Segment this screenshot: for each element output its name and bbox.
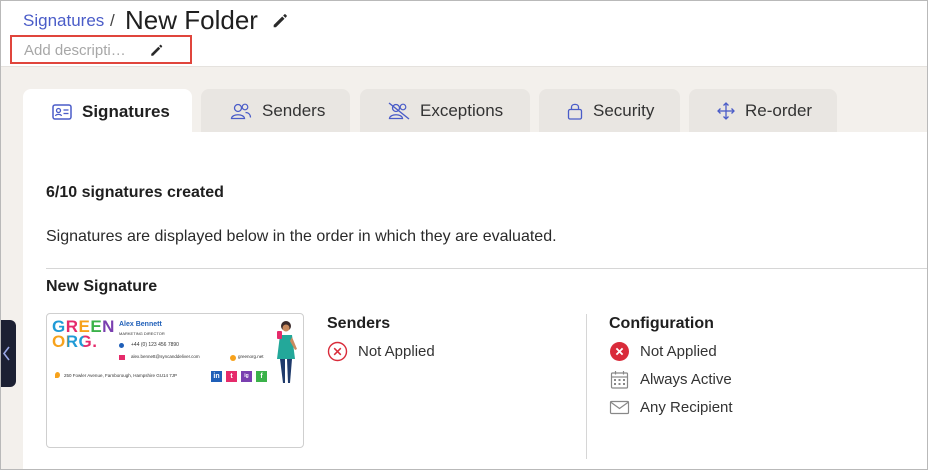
preview-logo-line2: ORG. [52, 333, 115, 350]
location-pin-icon [55, 372, 60, 378]
divider [46, 268, 928, 269]
users-slash-icon [388, 101, 410, 120]
instagram-icon: ig [241, 371, 252, 382]
tab-exceptions-label: Exceptions [420, 100, 504, 120]
id-card-icon [52, 103, 72, 120]
users-icon [230, 103, 252, 119]
sidebar-expand-button[interactable] [0, 320, 16, 387]
facebook-icon: f [256, 371, 267, 382]
preview-person-title: MARKETING DIRECTOR [119, 331, 165, 336]
person-illustration-icon [277, 321, 297, 383]
config-recipient: Any Recipient [609, 397, 733, 418]
senders-status: Not Applied [327, 341, 435, 362]
twitter-icon: t [226, 371, 237, 382]
edit-description-pencil-icon[interactable] [149, 43, 164, 58]
signature-name: New Signature [46, 278, 158, 295]
preview-phone: +44 (0) 123 456 7890 [131, 342, 179, 348]
tab-senders[interactable]: Senders [201, 89, 350, 132]
tab-exceptions[interactable]: Exceptions [360, 89, 530, 132]
page-title: New Folder [125, 5, 258, 35]
senders-heading: Senders [327, 315, 391, 332]
move-arrows-icon [717, 101, 735, 120]
lock-icon [567, 103, 583, 120]
preview-email: alex.bennett@syncanddeliver.com [131, 354, 200, 359]
calendar-icon [610, 371, 629, 389]
x-circle-filled-icon [610, 342, 629, 361]
preview-person-name: Alex Bennett [119, 321, 162, 328]
configuration-heading: Configuration [609, 315, 714, 332]
chevron-left-icon [2, 346, 10, 361]
config-schedule: Always Active [609, 369, 732, 390]
tab-signatures-label: Signatures [82, 101, 170, 121]
envelope-icon [609, 400, 630, 415]
config-schedule-label: Always Active [640, 371, 732, 388]
breadcrumb-signatures-link[interactable]: Signatures [23, 11, 104, 31]
senders-status-label: Not Applied [358, 343, 435, 360]
evaluation-order-info: Signatures are displayed below in the or… [46, 228, 557, 245]
config-status: Not Applied [609, 341, 717, 362]
tab-security-label: Security [593, 100, 655, 120]
signature-count: 6/10 signatures created [46, 184, 224, 201]
globe-icon [230, 355, 236, 361]
tab-reorder-label: Re-order [745, 100, 813, 120]
signature-preview[interactable]: GREEN ORG. Alex Bennett MARKETING DIRECT… [46, 313, 304, 448]
page-header: Signatures / New Folder Add descripti… [0, 0, 928, 67]
tab-senders-label: Senders [262, 100, 326, 120]
tab-signatures[interactable]: Signatures [23, 89, 192, 134]
phone-icon [119, 343, 124, 348]
linkedin-icon: in [211, 371, 222, 382]
description-placeholder: Add descripti… [24, 42, 126, 59]
tab-security[interactable]: Security [539, 89, 680, 132]
breadcrumb-separator: / [110, 11, 115, 30]
preview-website: greenorg.net [238, 354, 264, 359]
preview-address: 250 Fowler Avenue, Farnborough, Hampshir… [64, 373, 177, 378]
x-circle-icon [327, 341, 348, 362]
description-field[interactable]: Add descripti… [10, 35, 192, 64]
tab-reorder[interactable]: Re-order [689, 89, 837, 132]
column-divider [586, 314, 587, 459]
edit-title-pencil-icon[interactable] [271, 12, 289, 30]
preview-logo: GREEN ORG. [52, 318, 115, 350]
config-recipient-label: Any Recipient [640, 399, 733, 416]
email-icon [119, 355, 125, 360]
config-status-label: Not Applied [640, 343, 717, 360]
